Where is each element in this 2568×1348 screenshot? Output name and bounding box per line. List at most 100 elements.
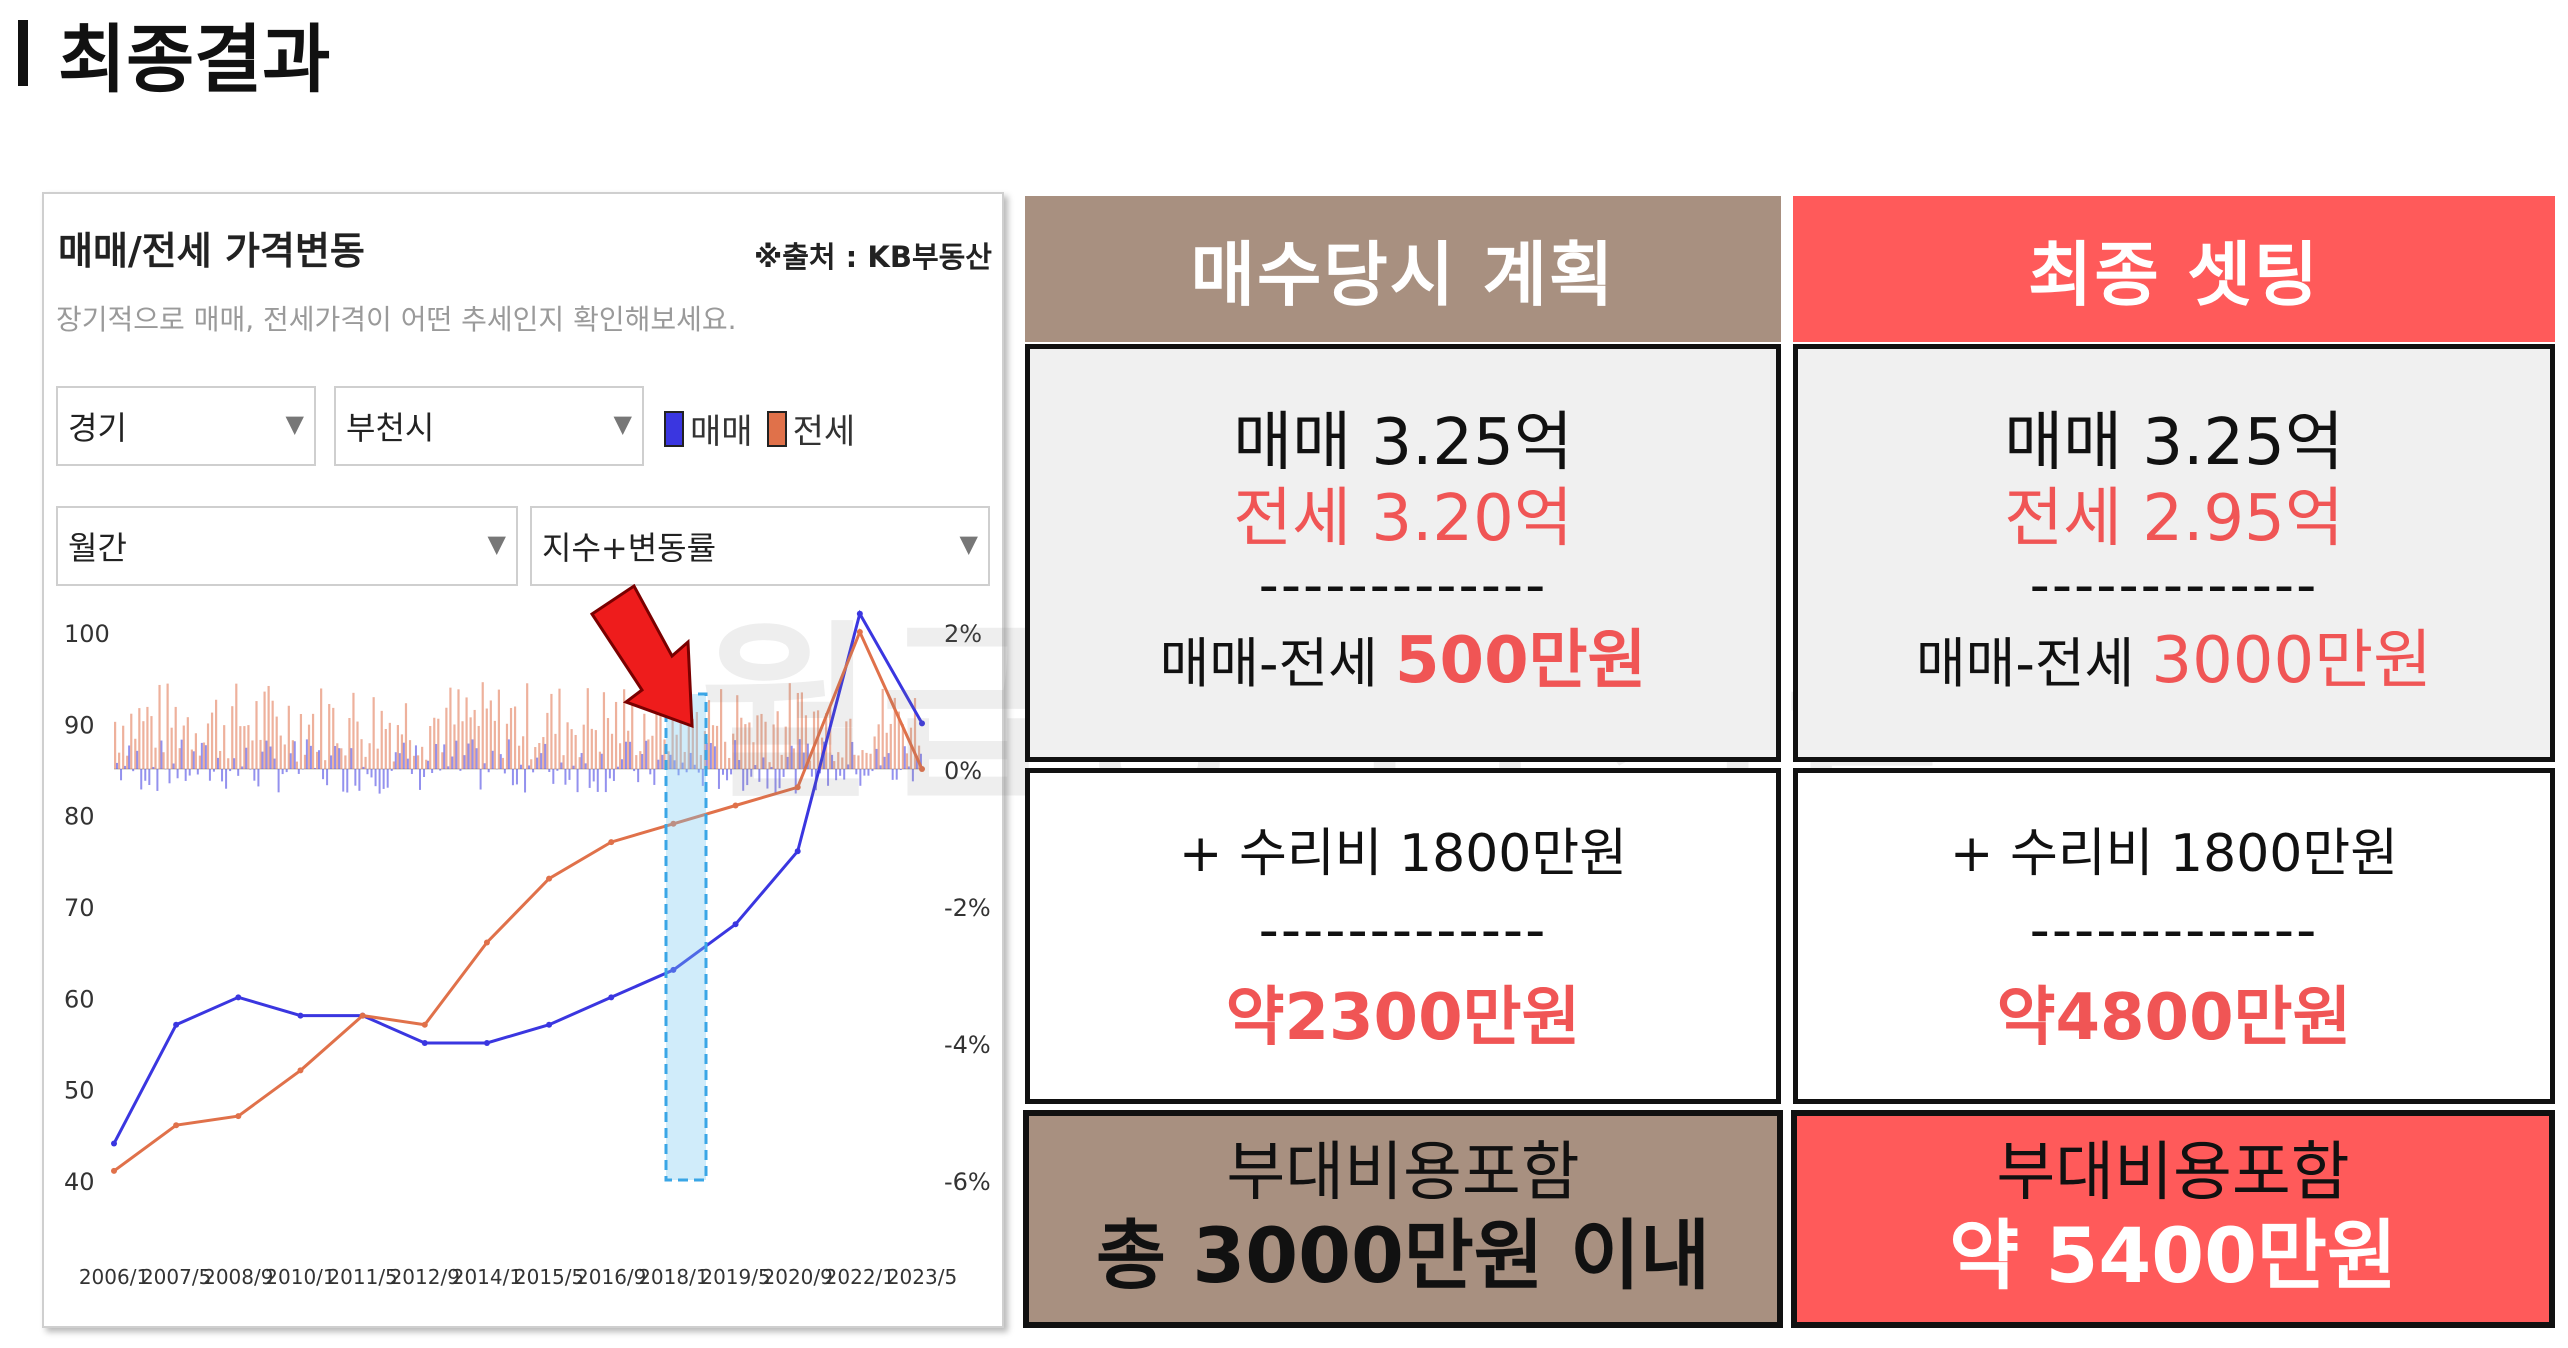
change-bar-jeonse (251, 740, 254, 769)
change-bar-sale (612, 769, 615, 781)
plan-gap-value: 500만원 (1395, 623, 1647, 698)
change-bar-jeonse (324, 760, 327, 769)
change-bar-sale (285, 769, 288, 773)
y-tick-label: 40 (64, 1168, 95, 1196)
change-bar-sale (604, 769, 607, 793)
change-bar-sale (265, 740, 268, 769)
change-bar-sale (394, 752, 397, 769)
change-bar-jeonse (118, 752, 121, 769)
plan-total: 약2300만원 (1225, 981, 1581, 1055)
change-bar-jeonse (150, 716, 153, 769)
change-bar-jeonse (509, 707, 513, 769)
change-bar-sale (431, 769, 434, 773)
y-tick-label: 90 (64, 711, 95, 739)
change-bar-jeonse (239, 726, 242, 769)
change-bar-jeonse (550, 693, 553, 769)
change-bar-sale (172, 763, 175, 769)
change-bar-jeonse (594, 730, 597, 769)
change-bar-jeonse (558, 688, 561, 769)
change-bar-sale (309, 745, 312, 769)
series-point (794, 848, 801, 855)
change-bar-jeonse (263, 691, 266, 769)
change-bar-jeonse (425, 759, 428, 769)
change-bar-sale (507, 739, 510, 769)
final-repair-box: + 수리비 1800만원 ------------- 약4800만원 (1793, 768, 2555, 1104)
change-bar-sale (277, 769, 280, 793)
change-bar-sale (184, 769, 187, 781)
x-tick-label: 2022/1 (825, 1265, 895, 1289)
change-bar-jeonse (522, 736, 525, 769)
series-point (483, 939, 490, 946)
series-point (608, 994, 615, 1001)
change-bar-jeonse (429, 726, 432, 769)
change-bar-sale (386, 769, 389, 788)
final-footer: 부대비용포함 약 5400만원 (1791, 1110, 2555, 1328)
change-bar-jeonse (344, 755, 347, 769)
change-bar-jeonse (219, 750, 222, 769)
change-bar-sale (116, 762, 118, 769)
change-bar-sale (322, 769, 325, 780)
change-bar-sale (212, 769, 215, 772)
change-bar-jeonse (138, 708, 141, 769)
change-bar-jeonse (433, 717, 436, 769)
change-bar-jeonse (114, 721, 117, 769)
change-bar-jeonse (619, 743, 622, 769)
final-gap-label: 매매-전세 (1915, 631, 2152, 695)
change-bar-jeonse (481, 682, 484, 769)
plan-header: 매수당시 계획 (1025, 196, 1781, 342)
final-divider-2: ------------- (2029, 898, 2319, 963)
change-bar-jeonse (643, 713, 646, 769)
red-arrow-icon (589, 583, 694, 729)
change-bar-jeonse (356, 721, 359, 769)
series-point (421, 1021, 428, 1028)
change-bar-jeonse (586, 688, 589, 769)
change-bar-jeonse (210, 712, 214, 769)
series-point (421, 1040, 428, 1046)
change-bar-sale (576, 769, 579, 793)
change-bar-sale (390, 769, 393, 771)
change-bar-sale (297, 769, 300, 774)
x-tick-label: 2006/1 (79, 1265, 149, 1289)
change-bar-sale (334, 746, 337, 769)
change-bar-jeonse (554, 733, 557, 769)
change-bar-jeonse (170, 727, 173, 769)
change-bar-sale (443, 744, 446, 769)
change-bar-jeonse (449, 687, 452, 769)
change-bar-sale (625, 741, 628, 769)
change-bar-sale (503, 769, 506, 774)
series-point (297, 1012, 304, 1019)
change-bar-jeonse (227, 758, 230, 769)
change-bar-sale (273, 758, 276, 769)
y2-tick-label: -6% (944, 1168, 991, 1196)
change-bar-sale (188, 769, 191, 776)
change-bar-sale (580, 753, 583, 769)
change-bar-jeonse (441, 752, 444, 769)
change-bar-jeonse (299, 713, 303, 769)
final-sale: 매매 3.25억 (2004, 405, 2344, 480)
change-bar-sale (281, 769, 284, 775)
plan-divider-2: ------------- (1258, 898, 1548, 963)
change-bar-sale (176, 769, 179, 779)
change-bar-sale (629, 741, 632, 769)
change-bar-sale (124, 765, 127, 769)
change-bar-sale (293, 741, 296, 769)
change-bar-sale (439, 769, 442, 771)
series-point (235, 994, 242, 1001)
plan-footer-line2: 총 3000만원 이내 (1095, 1211, 1711, 1300)
change-bar-sale (572, 765, 575, 769)
change-bar-sale (608, 769, 611, 779)
change-bar-sale (499, 754, 502, 769)
y2-tick-label: -4% (944, 1031, 991, 1059)
change-bar-sale (515, 769, 518, 785)
change-bar-jeonse (158, 684, 161, 769)
final-jeonse: 전세 2.95억 (2004, 481, 2344, 556)
change-bar-sale (132, 769, 135, 772)
change-bar-jeonse (627, 730, 630, 769)
change-bar-sale (338, 748, 341, 769)
change-bar-jeonse (453, 724, 456, 769)
change-bar-jeonse (526, 683, 529, 769)
change-bar-sale (208, 769, 211, 781)
change-bar-jeonse (166, 683, 169, 769)
change-bar-sale (616, 766, 619, 769)
change-bar-sale (645, 740, 648, 769)
